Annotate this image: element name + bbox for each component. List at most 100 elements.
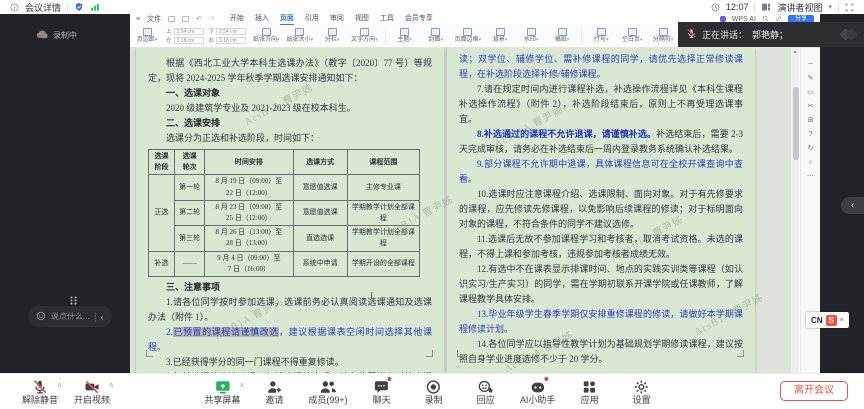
select-area-icon[interactable]: ▭ xyxy=(805,88,817,96)
toolbar-button-members[interactable]: 成员(99+) xyxy=(308,378,347,405)
active-speaker-panel[interactable]: 正在讲话： 郭艳静； xyxy=(678,22,864,47)
margin-field-上[interactable]: 上2.54 cm xyxy=(166,27,204,35)
table-cell: 正选 xyxy=(149,175,175,251)
scrollbar-thumb[interactable] xyxy=(793,87,799,160)
ribbon-button-背景[interactable]: 背景▾ xyxy=(488,28,512,43)
ribbon-label: 纸张方向▾ xyxy=(253,37,280,43)
doc-text-run: 2020 级建筑学专业及 2021-2023 级在校本科生。 xyxy=(166,103,356,113)
doc-paragraph: 1.请各位同学按时参加选课，选课前务必认真阅读选课通知及选课办法（附件 1）。 xyxy=(148,295,432,325)
toolbar-button-mic-muted[interactable]: ∧解除静音 xyxy=(22,378,58,405)
hamburger-menu-icon[interactable]: ≡ xyxy=(136,16,140,23)
quick-chat-input[interactable]: 说点什么... xyxy=(51,311,90,322)
toolbar-button-camera-off[interactable]: ∧开启视频 xyxy=(74,378,110,405)
chevron-left-icon[interactable]: ‹ xyxy=(101,312,104,322)
history-icon[interactable]: ○ xyxy=(805,158,817,166)
redo-icon[interactable]: ↷ xyxy=(209,15,215,23)
wps-tab-工具[interactable]: 工具 xyxy=(380,14,394,25)
doc-paragraph: 3.已经获得学分的同一门课程不得重复修读。 xyxy=(148,355,432,370)
ribbon-button-页面边框[interactable]: 页面边框▾ xyxy=(455,28,482,43)
wps-tab-开始[interactable]: 开始 xyxy=(230,14,244,25)
margin-value-input[interactable]: 2.54 cm xyxy=(174,28,204,35)
meeting-details-link[interactable]: 会议详情 xyxy=(25,1,61,14)
meeting-logo-icon xyxy=(841,30,856,39)
recording-label: 录制中 xyxy=(53,30,77,41)
leave-meeting-button[interactable]: 离开会议 xyxy=(780,381,848,401)
ribbon-button-空白页[interactable]: 空白页▾ xyxy=(620,28,644,43)
margin-value-input[interactable]: 3.18 cm xyxy=(174,37,204,44)
toolbar-button-invite[interactable]: 邀请 xyxy=(256,378,292,405)
ime-indicator[interactable]: CN S ≡ xyxy=(806,312,849,328)
chevron-up-icon[interactable]: ∧ xyxy=(239,381,244,389)
fullscreen-icon[interactable] xyxy=(845,3,854,12)
wps-tab-页面[interactable]: 页面 xyxy=(280,14,294,25)
refresh-icon[interactable]: ↻ xyxy=(805,144,817,152)
collapse-toolbar-icon[interactable]: ─ xyxy=(805,60,817,68)
info-icon[interactable] xyxy=(10,3,19,12)
margin-field-下[interactable]: 下2.54 cm xyxy=(209,27,247,35)
more-icon[interactable]: ⋯ xyxy=(805,172,817,180)
chevron-down-icon[interactable]: ▾ xyxy=(828,3,832,11)
clip-icon[interactable]: ✂ xyxy=(805,102,817,110)
scroll-up-icon[interactable]: ▲ xyxy=(791,48,799,56)
ribbon-button-封面[interactable]: 封面▾ xyxy=(424,28,448,43)
ribbon-button-分隔符[interactable]: 分隔符▾ xyxy=(651,28,675,43)
wps-tab-插入[interactable]: 插入 xyxy=(255,14,269,25)
ribbon-button-稿纸[interactable]: 稿纸▾ xyxy=(550,28,574,43)
margin-value-input[interactable]: 3.18 cm xyxy=(216,37,246,44)
print-icon[interactable] xyxy=(182,16,189,22)
toolbar-button-settings[interactable]: 设置 xyxy=(624,378,660,405)
network-signal-icon[interactable] xyxy=(90,2,100,12)
doc-text-run: 读；双学位、辅修学位、需补修课程的同学，请优先选择正常修读课程，在补选阶段选择补… xyxy=(459,54,743,79)
margin-field-左[interactable]: 左3.18 cm xyxy=(166,36,204,44)
toolbar-button-chat[interactable]: 聊天 xyxy=(364,378,400,405)
undo-icon[interactable]: ↶ xyxy=(196,15,202,23)
document-scrollbar[interactable]: ▲ xyxy=(790,48,799,373)
help-icon[interactable]: ? xyxy=(805,130,817,138)
doc-paragraph: 二、选课安排 xyxy=(148,116,432,131)
toolbar-button-record[interactable]: 录制 xyxy=(416,378,452,405)
pen-icon[interactable]: ✎ xyxy=(805,74,817,82)
emoji-icon[interactable] xyxy=(36,308,46,326)
wps-tab-审阅[interactable]: 审阅 xyxy=(330,14,344,25)
toolbar-button-label: AI小助手 xyxy=(520,395,556,405)
speaker-view-icon[interactable] xyxy=(761,2,771,12)
ribbon-icon xyxy=(597,28,606,36)
ribbon-button-主题[interactable]: 主题▾ xyxy=(393,28,417,43)
file-menu[interactable]: 文件 xyxy=(147,14,161,24)
ribbon-icon xyxy=(463,28,472,36)
wps-tab-会员专享[interactable]: 会员专享 xyxy=(405,14,433,25)
table-tool-icon[interactable]: ⊞ xyxy=(805,116,817,124)
table-cell: 第二轮 xyxy=(175,200,205,225)
ribbon-icon xyxy=(659,28,668,36)
ime-menu-icon[interactable]: ≡ xyxy=(840,317,844,324)
chevron-up-icon[interactable]: ∧ xyxy=(109,381,114,389)
view-mode-selector[interactable]: 演讲者视图 xyxy=(777,1,822,14)
chevron-up-icon[interactable]: ∧ xyxy=(57,381,62,389)
doc-text-run: 8.补选通过的课程不允许退课，请谨慎补选。 xyxy=(477,129,656,139)
wps-tab-引用[interactable]: 引用 xyxy=(305,14,319,25)
text-cursor: I xyxy=(370,291,373,301)
ribbon-button-纸张大小[interactable]: 纸张大小▾ xyxy=(287,28,314,43)
save-icon[interactable] xyxy=(168,16,175,22)
toolbar-button-label: 设置 xyxy=(633,395,651,405)
ribbon-button-纸张方向[interactable]: 纸张方向▾ xyxy=(253,28,280,43)
shield-check-icon[interactable] xyxy=(74,2,84,12)
ribbon-button-页边距[interactable]: 页边距▾ xyxy=(135,28,159,43)
toolbar-button-apps[interactable]: 应用 xyxy=(572,378,608,405)
toolbar-button-reaction[interactable]: 回应 xyxy=(468,378,504,405)
quick-chat-bubble[interactable]: 说点什么... ‹ xyxy=(28,306,112,327)
wps-tab-视图[interactable]: 视图 xyxy=(355,14,369,25)
ribbon-button-分栏[interactable]: 分栏▾ xyxy=(320,28,344,43)
ribbon-button-文字方向[interactable]: 文字方向▾ xyxy=(351,28,378,43)
toolbar-button-ai-assistant[interactable]: AI小助手 xyxy=(520,378,556,405)
margin-value-input[interactable]: 2.54 cm xyxy=(216,28,246,35)
ime-language: CN xyxy=(811,316,823,325)
margin-field-右[interactable]: 右3.18 cm xyxy=(209,36,247,44)
table-cell: 8 月 23 日（09:00）至 25 日（12:00） xyxy=(205,200,293,225)
doc-paragraph: 选课分为正选和补选阶段，时间如下： xyxy=(148,131,432,146)
ribbon-button-行号[interactable]: 行号▾ xyxy=(589,28,613,43)
doc-paragraph: 一、选课对象 xyxy=(148,86,432,101)
collapse-panel-button[interactable]: ‹ xyxy=(841,197,864,214)
toolbar-button-screen-share[interactable]: ∧共享屏幕 xyxy=(204,378,240,405)
ribbon-button-水印[interactable]: 水印▾ xyxy=(519,28,543,43)
